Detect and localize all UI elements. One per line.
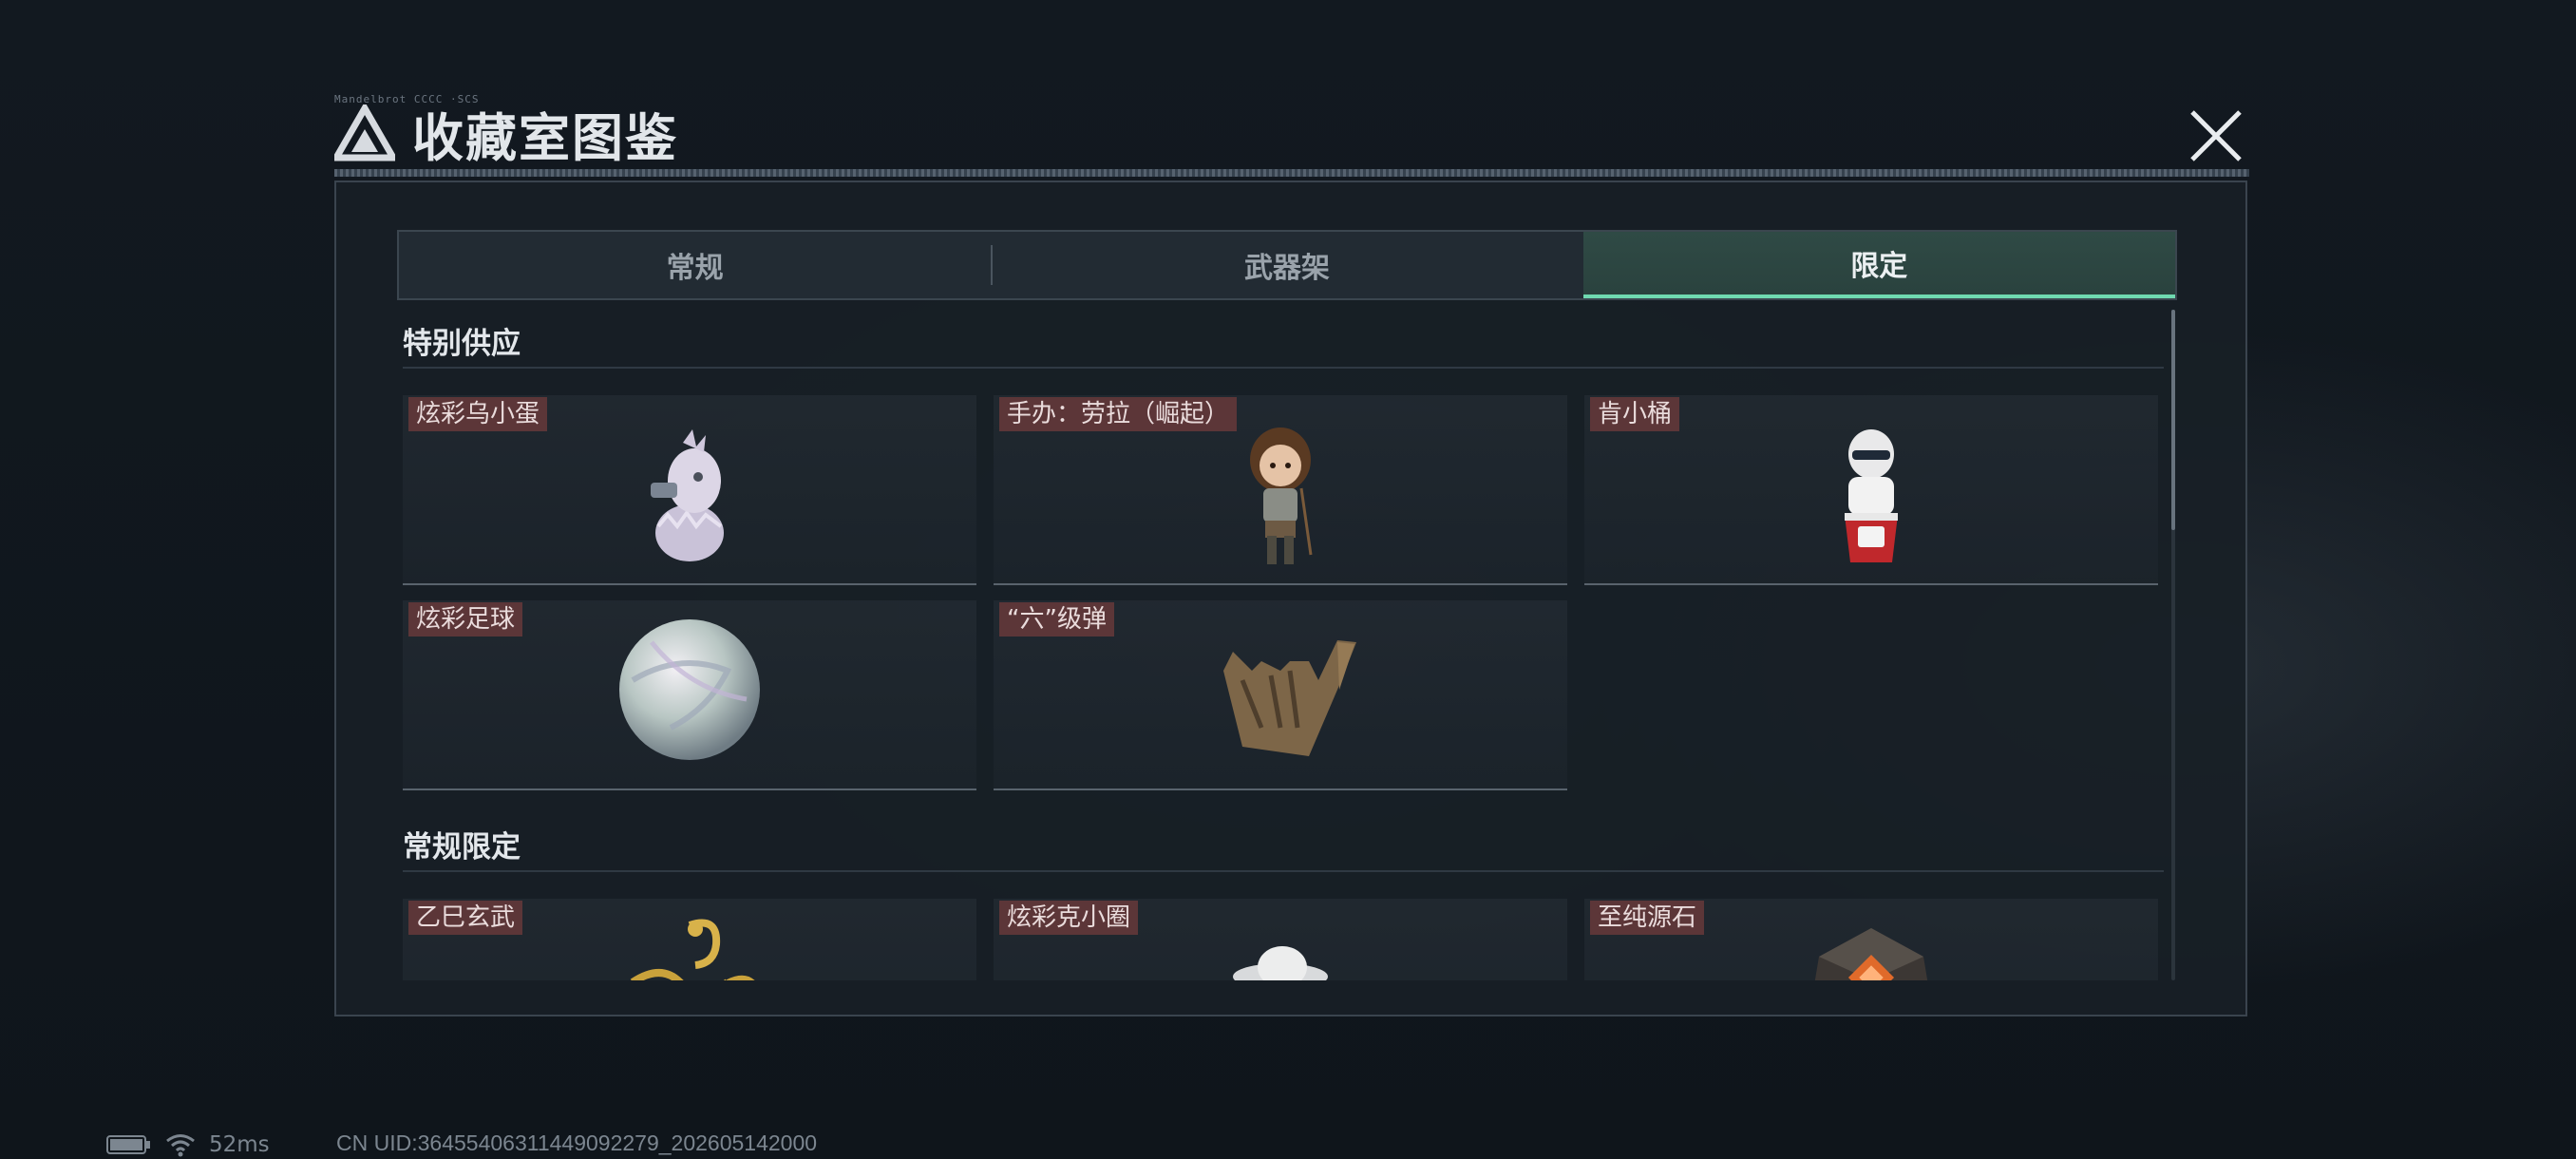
collectible-card[interactable]: 炫彩乌小蛋 bbox=[403, 395, 976, 585]
collectible-card[interactable]: 肯小桶 bbox=[1584, 395, 2158, 585]
battery-icon bbox=[106, 1135, 150, 1154]
logo-triangle-icon bbox=[334, 104, 395, 162]
lara-figure-icon bbox=[1250, 428, 1313, 564]
tab-label: 限定 bbox=[1850, 250, 1908, 283]
card-label: 炫彩克小圈 bbox=[999, 901, 1139, 935]
tab-label: 常规 bbox=[666, 252, 724, 285]
collectible-card[interactable]: 至纯源石 bbox=[1584, 899, 2158, 980]
card-label: “六”级弹 bbox=[999, 602, 1114, 636]
status-bar: 52ms bbox=[106, 1130, 270, 1159]
card-label: 炫彩足球 bbox=[408, 602, 523, 636]
tab-bar: 常规 武器架 限定 bbox=[397, 230, 2177, 300]
tab-weapon-rack[interactable]: 武器架 bbox=[991, 232, 1582, 298]
card-label: 乙巳玄武 bbox=[408, 901, 523, 935]
baby-bird-egg-icon bbox=[651, 429, 724, 561]
tab-regular[interactable]: 常规 bbox=[399, 232, 991, 298]
golden-snake-icon bbox=[630, 919, 755, 980]
source-stone-icon bbox=[1814, 928, 1928, 980]
collectible-card[interactable]: “六”级弹 bbox=[994, 600, 1567, 790]
collectible-card[interactable]: 乙巳玄武 bbox=[403, 899, 976, 980]
card-label: 肯小桶 bbox=[1590, 397, 1680, 431]
latency-text: 52ms bbox=[209, 1132, 270, 1157]
header-divider bbox=[334, 169, 2249, 177]
section-title-special: 特别供应 bbox=[403, 327, 521, 361]
tab-limited[interactable]: 限定 bbox=[1582, 232, 2175, 298]
white-hat-figure-icon bbox=[1233, 946, 1328, 980]
page-header: 收藏室图鉴 bbox=[334, 95, 678, 171]
section-divider bbox=[403, 367, 2164, 369]
collectible-card[interactable]: 炫彩克小圈 bbox=[994, 899, 1567, 980]
tab-label: 武器架 bbox=[1243, 252, 1330, 285]
colonel-bucket-icon bbox=[1845, 429, 1898, 562]
uid-text: CN UID:36455406311449092279_202605142000 bbox=[336, 1130, 818, 1155]
collection-list: 特别供应 炫彩乌小蛋 手办：劳拉（崛起） 肯小桶 炫彩足球 “六”级弹 常规限定… bbox=[397, 314, 2173, 980]
soccer-ball-icon bbox=[619, 619, 760, 760]
page-title: 收藏室图鉴 bbox=[412, 107, 678, 168]
section-divider bbox=[403, 870, 2164, 872]
card-label: 手办：劳拉（崛起） bbox=[999, 397, 1238, 431]
close-icon[interactable] bbox=[2183, 103, 2249, 169]
collectible-card[interactable]: 炫彩足球 bbox=[403, 600, 976, 790]
section-title-regular-limited: 常规限定 bbox=[403, 830, 521, 864]
card-label: 至纯源石 bbox=[1590, 901, 1705, 935]
collectible-card[interactable]: 手办：劳拉（崛起） bbox=[994, 395, 1567, 585]
card-label: 炫彩乌小蛋 bbox=[408, 397, 548, 431]
wifi-icon bbox=[166, 1134, 195, 1157]
bronze-hand-icon bbox=[1223, 640, 1356, 756]
